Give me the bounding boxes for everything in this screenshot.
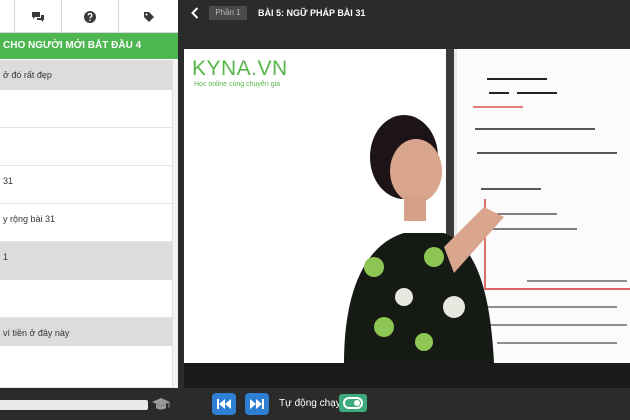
lesson-label: 31: [3, 176, 14, 186]
tab-discussion[interactable]: [14, 0, 61, 33]
sidebar-tab-bar: [0, 0, 178, 33]
part-badge: Phần 1: [209, 6, 247, 20]
lesson-label: 1: [3, 252, 9, 262]
chevron-left-icon: [191, 7, 199, 19]
lesson-item[interactable]: y rộng bài 31: [0, 204, 172, 242]
back-button[interactable]: [188, 5, 202, 21]
tab-tags[interactable]: [118, 0, 178, 33]
logo-tagline: Học online cùng chuyên gia: [194, 81, 281, 88]
chat-bubbles-icon: [32, 11, 44, 22]
video-letterbox: [184, 363, 630, 388]
course-title: CHO NGƯỜI MỚI BẮT ĐẦU 4: [0, 33, 178, 59]
video-player[interactable]: KYNA.VN Học online cùng chuyên gia: [184, 49, 630, 363]
lesson-item[interactable]: [0, 128, 172, 166]
skip-next-icon: [250, 399, 264, 409]
lesson-sidebar: CHO NGƯỜI MỚI BẮT ĐẦU 4 ở đó rất đẹp 31 …: [0, 0, 178, 388]
tag-icon: [143, 11, 154, 22]
lesson-item[interactable]: 31: [0, 166, 172, 204]
skip-previous-icon: [217, 399, 231, 409]
previous-lesson-button[interactable]: [212, 393, 236, 415]
lesson-label: ở đó rất đẹp: [3, 70, 52, 80]
lesson-item[interactable]: [0, 90, 172, 128]
lesson-item[interactable]: ví tiền ở đây này: [0, 318, 172, 346]
lesson-item[interactable]: ở đó rất đẹp: [0, 60, 172, 90]
app-root: CHO NGƯỜI MỚI BẮT ĐẦU 4 ở đó rất đẹp 31 …: [0, 0, 630, 420]
lesson-title: BÀI 5: NGỮ PHÁP BÀI 31: [258, 8, 366, 18]
player-controls: Tự động chạy:: [0, 388, 630, 420]
toggle-dot: [354, 400, 360, 406]
kyna-logo: KYNA.VN: [192, 57, 288, 80]
graduation-cap-icon: [152, 398, 170, 410]
autoplay-label: Tự động chạy:: [279, 398, 344, 409]
player-header: Phần 1 BÀI 5: NGỮ PHÁP BÀI 31: [178, 0, 630, 26]
lesson-item[interactable]: [0, 280, 172, 318]
next-lesson-button[interactable]: [245, 393, 269, 415]
course-progress-bar: [0, 400, 148, 410]
sidebar-scrollbar[interactable]: [172, 60, 178, 388]
list-icon: [4, 12, 10, 22]
lesson-item[interactable]: 1: [0, 242, 172, 280]
lesson-label: ví tiền ở đây này: [3, 328, 70, 338]
lesson-label: y rộng bài 31: [3, 214, 56, 224]
autoplay-toggle[interactable]: [339, 394, 367, 412]
presenter-image: [344, 115, 504, 363]
tab-help[interactable]: [61, 0, 118, 33]
lesson-item[interactable]: [0, 346, 172, 388]
tab-lessons[interactable]: [0, 0, 14, 33]
toggle-switch-icon: [343, 397, 363, 409]
question-circle-icon: [84, 10, 96, 23]
